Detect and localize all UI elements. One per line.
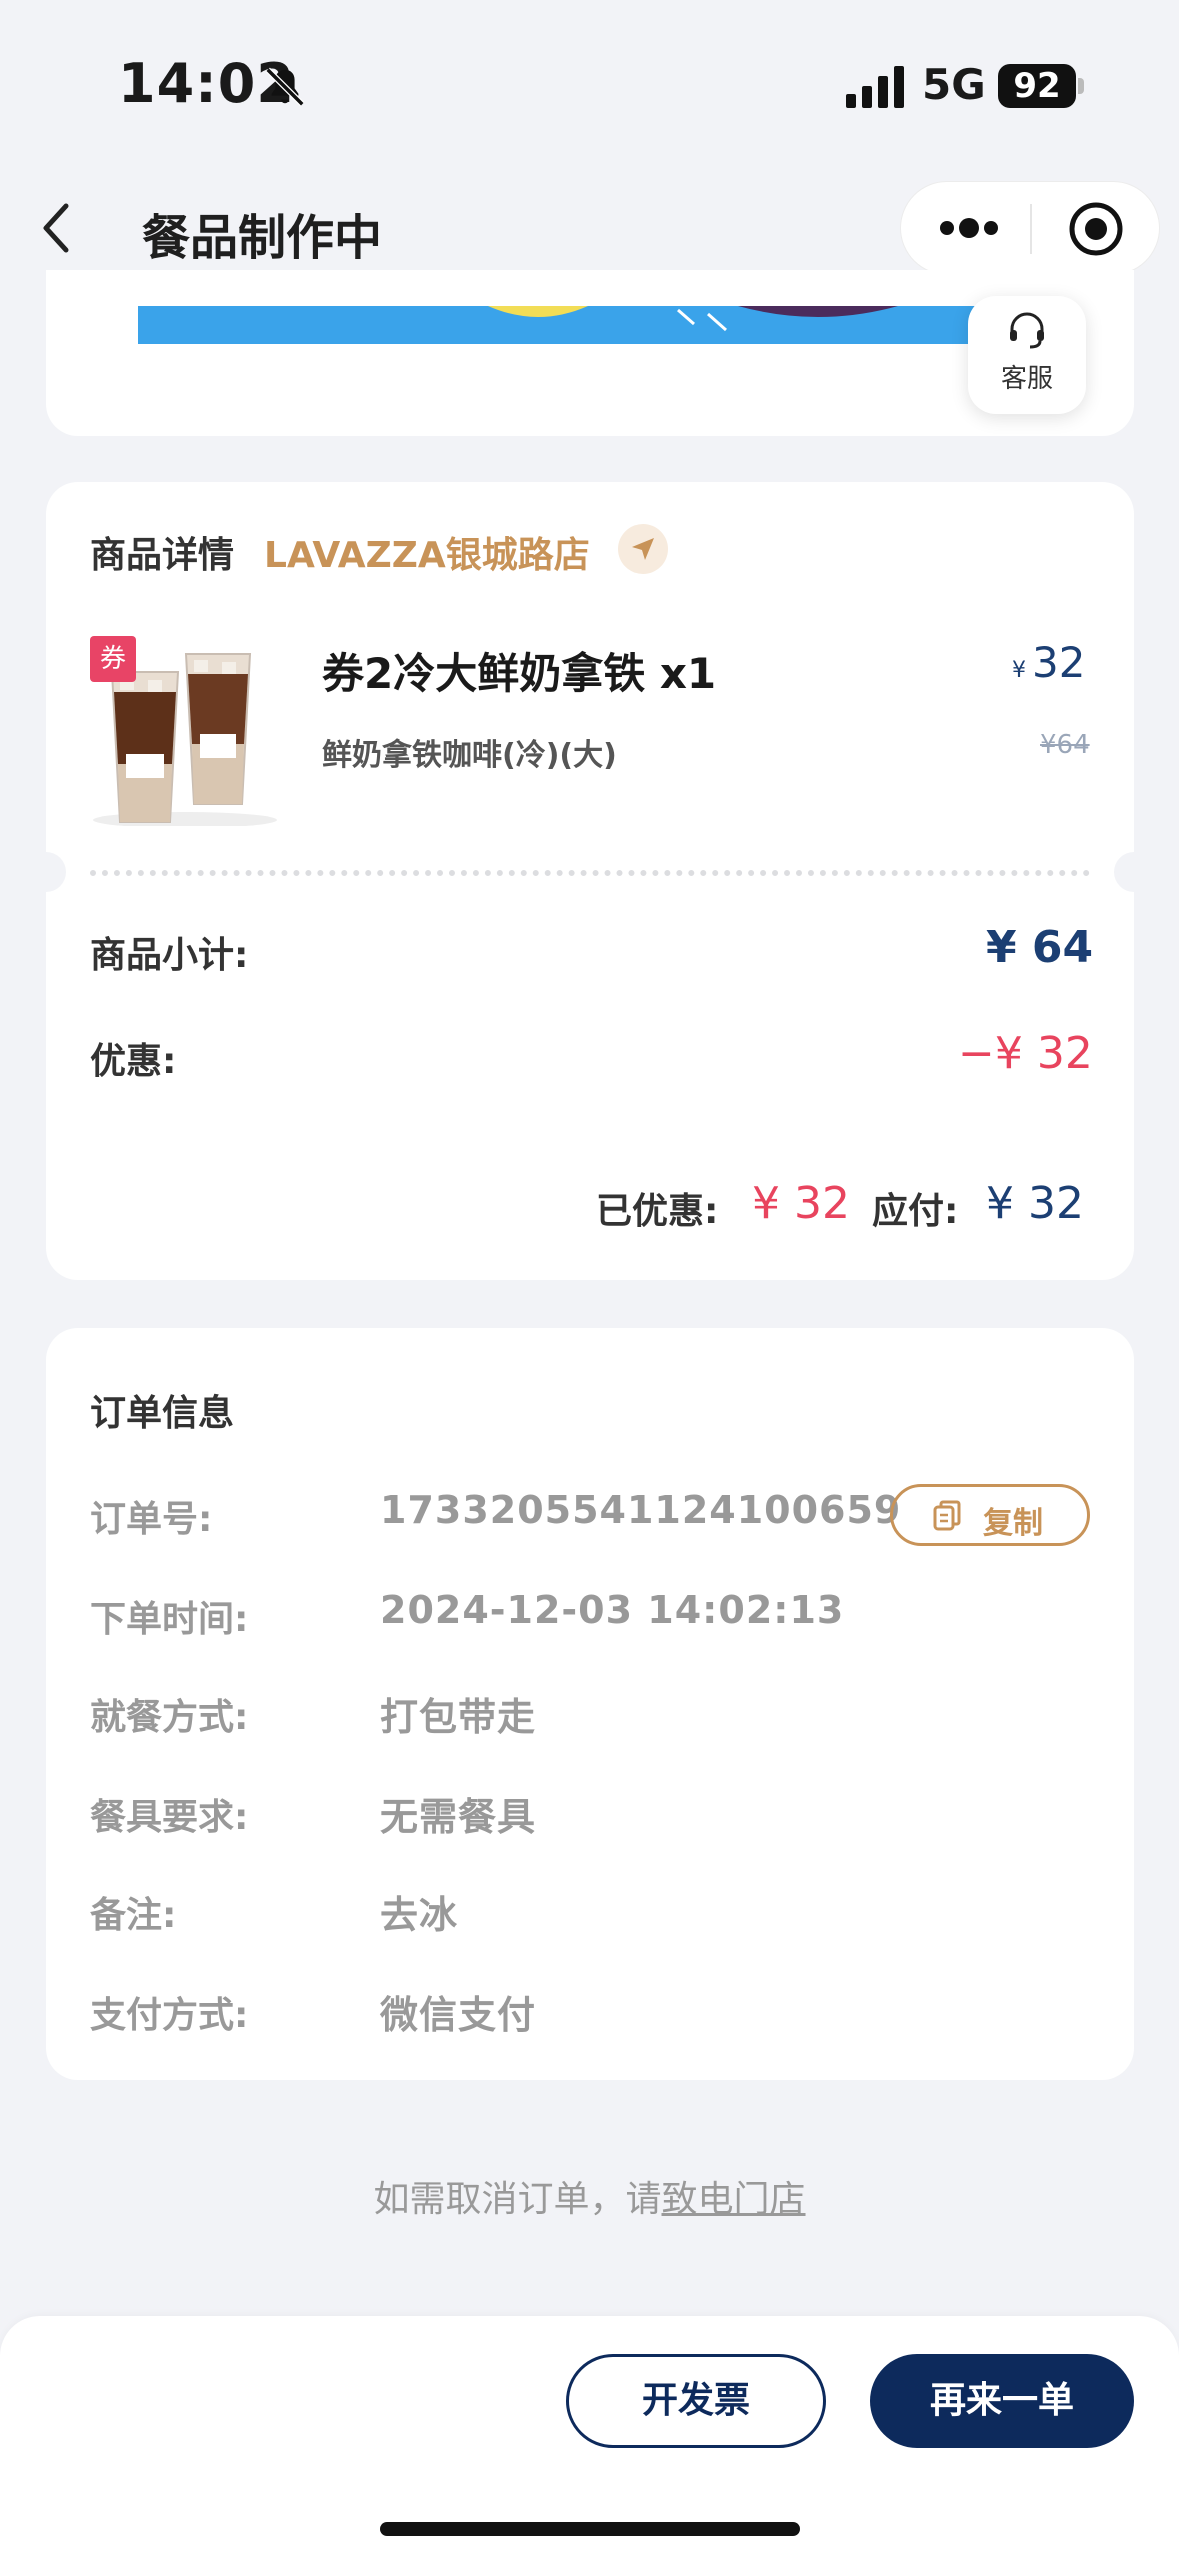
- battery-level: 92: [1013, 66, 1061, 106]
- remark-value: 去冰: [380, 1893, 459, 1937]
- product-spec: 鲜奶拿铁咖啡(冷)(大): [322, 738, 617, 773]
- battery-icon: 92: [998, 64, 1076, 108]
- product-card: 商品详情 LAVAZZA银城路店 券 券2冷大鲜奶拿铁 x1 鲜奶拿铁咖啡(冷)…: [26, 482, 1154, 1280]
- copy-icon: [933, 1500, 961, 1531]
- copy-button[interactable]: 复制: [890, 1484, 1090, 1546]
- order-number-value: 1733205541124100659: [380, 1488, 902, 1532]
- product-name: 券2冷大鲜奶拿铁 x1: [322, 649, 717, 698]
- order-time-label: 下单时间:: [90, 1599, 249, 1640]
- copy-label: 复制: [983, 1506, 1043, 1541]
- target-close-icon[interactable]: [1067, 200, 1125, 258]
- payment-method-label: 支付方式:: [90, 1995, 249, 2036]
- store-name[interactable]: LAVAZZA银城路店: [264, 526, 590, 578]
- order-number-label: 订单号:: [90, 1499, 213, 1540]
- back-arrow-icon[interactable]: [36, 196, 76, 260]
- original-price: ¥64: [1040, 730, 1090, 760]
- network-type: 5G: [922, 60, 986, 109]
- dining-method-label: 就餐方式:: [90, 1697, 249, 1738]
- remark-label: 备注:: [90, 1895, 177, 1936]
- service-label: 客服: [1000, 364, 1053, 394]
- coupon-tag: 券: [90, 636, 136, 682]
- store-locate-button[interactable]: [618, 524, 668, 574]
- tableware-value: 无需餐具: [380, 1795, 537, 1839]
- headset-icon: [1010, 312, 1044, 349]
- tableware-label: 餐具要求:: [90, 1797, 249, 1838]
- saved-value: ¥ 32: [752, 1178, 850, 1229]
- battery-tip: [1078, 78, 1084, 94]
- price-currency: ¥: [1012, 658, 1026, 683]
- saved-label: 已优惠:: [596, 1191, 719, 1232]
- status-bar: 14:02 5G 92: [0, 0, 1179, 160]
- navigation-arrow-icon: [632, 538, 654, 560]
- payable-value: ¥ 32: [986, 1178, 1084, 1229]
- ticket-notch-right: [1114, 852, 1154, 892]
- discount-label: 优惠:: [90, 1041, 177, 1082]
- more-dots-icon[interactable]: [937, 210, 1001, 246]
- discount-value: −¥ 32: [958, 1028, 1093, 1079]
- bell-muted-icon: [265, 67, 305, 107]
- bottom-action-bar: 开发票 再来一单: [0, 2316, 1179, 2556]
- page-title: 餐品制作中: [142, 210, 383, 266]
- cancel-hint-text: 如需取消订单，请: [373, 2179, 662, 2220]
- payment-method-value: 微信支付: [380, 1993, 537, 2037]
- miniprogram-capsule: [900, 181, 1160, 275]
- call-store-link[interactable]: 致电门店: [662, 2179, 806, 2220]
- capsule-divider: [1030, 204, 1032, 254]
- subtotal-label: 商品小计:: [90, 935, 249, 976]
- order-time-value: 2024-12-03 14:02:13: [380, 1588, 845, 1632]
- payable-label: 应付:: [872, 1191, 959, 1232]
- cancel-hint: 如需取消订单，请致电门店: [0, 2170, 1179, 2222]
- home-indicator: [380, 2522, 800, 2536]
- product-price: 32: [1032, 638, 1086, 687]
- cellular-signal-icon: [846, 66, 904, 108]
- banner-image: [138, 306, 998, 344]
- product-section-title: 商品详情: [90, 535, 235, 576]
- subtotal-value: ¥ 64: [986, 922, 1094, 973]
- reorder-button[interactable]: 再来一单: [870, 2354, 1134, 2448]
- dining-method-value: 打包带走: [380, 1695, 537, 1739]
- ticket-notch-left: [26, 852, 66, 892]
- order-section-title: 订单信息: [90, 1393, 235, 1434]
- invoice-button[interactable]: 开发票: [566, 2354, 826, 2448]
- order-info-card: 订单信息 订单号: 1733205541124100659 复制 下单时间: 2…: [46, 1328, 1134, 2080]
- divider-dotted: [90, 870, 1090, 876]
- customer-service-button[interactable]: 客服: [968, 296, 1086, 414]
